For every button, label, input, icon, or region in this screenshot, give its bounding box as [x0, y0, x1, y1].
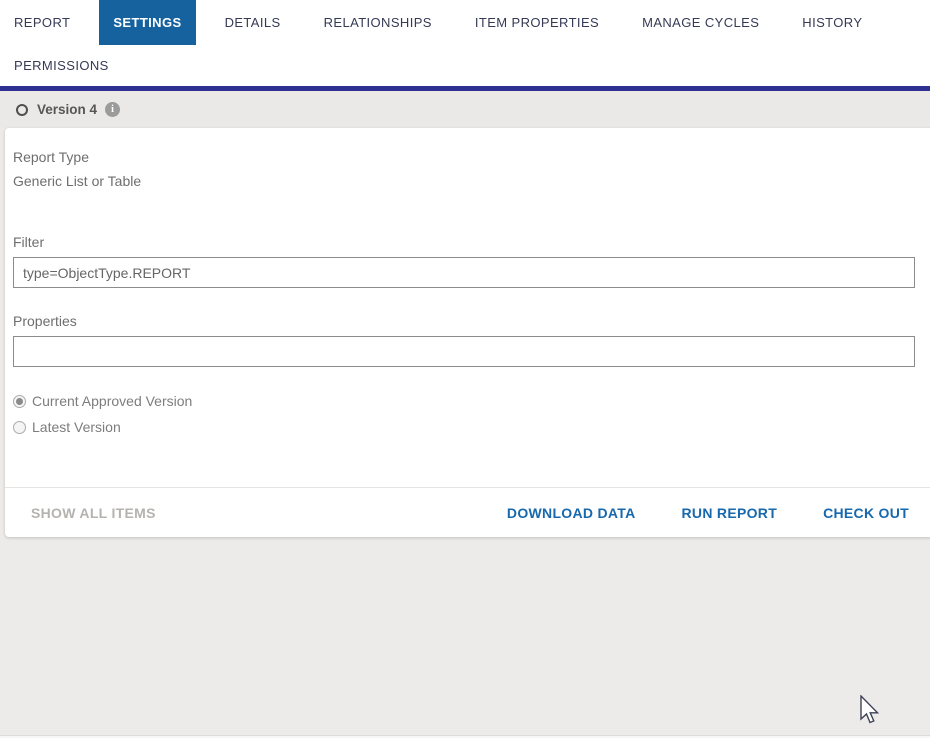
- version-option-group: Current Approved Version Latest Version: [13, 388, 915, 440]
- filter-input[interactable]: [13, 257, 915, 288]
- radio-label: Latest Version: [32, 419, 121, 435]
- show-all-items-button[interactable]: SHOW ALL ITEMS: [31, 505, 156, 521]
- radio-current-approved-version[interactable]: Current Approved Version: [13, 388, 915, 414]
- tab-report[interactable]: REPORT: [0, 0, 84, 45]
- tab-header: REPORT SETTINGS DETAILS RELATIONSHIPS IT…: [0, 0, 930, 86]
- tab-settings[interactable]: SETTINGS: [99, 0, 196, 45]
- radio-latest-version[interactable]: Latest Version: [13, 414, 915, 440]
- settings-panel: Report Type Generic List or Table Filter…: [5, 128, 930, 537]
- tab-manage-cycles[interactable]: MANAGE CYCLES: [628, 0, 773, 45]
- action-bar-right: DOWNLOAD DATA RUN REPORT CHECK OUT: [507, 505, 930, 521]
- tab-details[interactable]: DETAILS: [211, 0, 295, 45]
- tab-row-1: REPORT SETTINGS DETAILS RELATIONSHIPS IT…: [0, 0, 930, 45]
- tab-permissions[interactable]: PERMISSIONS: [0, 45, 123, 86]
- properties-label: Properties: [13, 313, 77, 329]
- run-report-button[interactable]: RUN REPORT: [682, 505, 778, 521]
- version-label: Version 4: [37, 102, 98, 117]
- tab-relationships[interactable]: RELATIONSHIPS: [310, 0, 446, 45]
- tab-history[interactable]: HISTORY: [788, 0, 876, 45]
- version-header: Version 4 i: [0, 91, 930, 128]
- radio-selected-icon: [13, 394, 26, 408]
- filter-label: Filter: [13, 234, 45, 250]
- mouse-cursor-icon: [860, 694, 884, 732]
- tab-row-2: PERMISSIONS: [0, 45, 930, 86]
- tab-item-properties[interactable]: ITEM PROPERTIES: [461, 0, 613, 45]
- action-bar: SHOW ALL ITEMS DOWNLOAD DATA RUN REPORT …: [5, 487, 930, 537]
- info-icon[interactable]: i: [105, 102, 121, 117]
- properties-input[interactable]: [13, 336, 915, 367]
- radio-unselected-icon: [13, 420, 26, 434]
- radio-label: Current Approved Version: [32, 393, 193, 409]
- settings-panel-body: Report Type Generic List or Table Filter…: [5, 128, 930, 487]
- check-out-button[interactable]: CHECK OUT: [823, 505, 909, 521]
- version-status-circle-icon: [16, 103, 28, 116]
- report-type-label: Report Type: [13, 149, 90, 165]
- download-data-button[interactable]: DOWNLOAD DATA: [507, 505, 636, 521]
- report-type-value: Generic List or Table: [13, 173, 142, 189]
